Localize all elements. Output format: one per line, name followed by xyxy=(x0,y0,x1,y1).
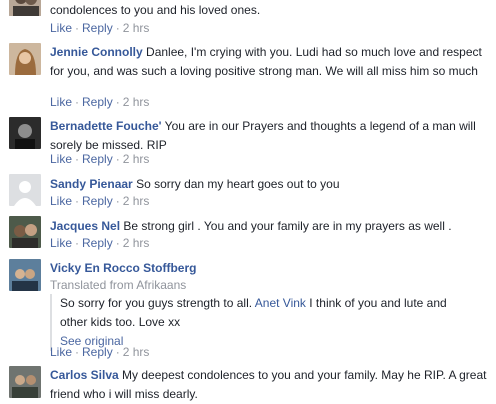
timestamp[interactable]: 2 hrs xyxy=(123,152,150,166)
timestamp[interactable]: 2 hrs xyxy=(123,21,150,35)
separator: · xyxy=(75,95,80,109)
translated-quote: So sorry for you guys strength to all. A… xyxy=(50,294,456,351)
comment-body: Sandy Pienaar So sorry dan my heart goes… xyxy=(50,175,488,194)
reply-link[interactable]: Reply xyxy=(82,152,113,166)
comment-body: Jacques Nel Be strong girl . You and you… xyxy=(50,217,488,236)
comment-text: condolences to you and his loved ones. xyxy=(50,3,261,17)
separator: · xyxy=(115,152,120,166)
separator: · xyxy=(75,345,80,359)
commenter-name[interactable]: Sandy Pienaar xyxy=(50,177,133,191)
timestamp[interactable]: 2 hrs xyxy=(123,345,150,359)
avatar[interactable] xyxy=(9,117,41,149)
separator: · xyxy=(75,21,80,35)
comment-text: So sorry for you guys strength to all. xyxy=(60,296,253,310)
separator: · xyxy=(115,194,120,208)
mention-link[interactable]: Anet Vink xyxy=(255,296,306,310)
reply-link[interactable]: Reply xyxy=(82,95,113,109)
commenter-name[interactable]: Jennie Connolly xyxy=(50,45,143,59)
avatar[interactable] xyxy=(9,259,41,291)
reply-link[interactable]: Reply xyxy=(82,236,113,250)
separator: · xyxy=(75,236,80,250)
avatar[interactable] xyxy=(9,43,41,75)
comment-actions: Like · Reply · 2 hrs xyxy=(50,235,149,251)
timestamp[interactable]: 2 hrs xyxy=(123,95,150,109)
timestamp[interactable]: 2 hrs xyxy=(123,194,150,208)
like-link[interactable]: Like xyxy=(50,194,72,208)
comment-actions: Like · Reply · 2 hrs xyxy=(50,94,149,110)
separator: · xyxy=(75,152,80,166)
comment-actions: Like · Reply · 2 hrs xyxy=(50,193,149,209)
commenter-name[interactable]: Carlos Silva xyxy=(50,368,119,382)
commenter-name[interactable]: Bernadette Fouche' xyxy=(50,119,162,133)
comment-text: So sorry dan my heart goes out to you xyxy=(136,177,340,191)
separator: · xyxy=(75,194,80,208)
like-link[interactable]: Like xyxy=(50,21,72,35)
like-link[interactable]: Like xyxy=(50,152,72,166)
comment-body: Jennie Connolly Danlee, I'm crying with … xyxy=(50,43,488,81)
separator: · xyxy=(115,345,120,359)
comment-body: Carlos Silva My deepest condolences to y… xyxy=(50,366,488,404)
comment-body: Bernadette Fouche' You are in our Prayer… xyxy=(50,117,488,155)
avatar[interactable] xyxy=(9,366,41,398)
separator: · xyxy=(115,95,120,109)
comment-body: condolences to you and his loved ones. xyxy=(50,1,488,20)
like-link[interactable]: Like xyxy=(50,236,72,250)
avatar[interactable] xyxy=(9,0,41,16)
reply-link[interactable]: Reply xyxy=(82,345,113,359)
reply-link[interactable]: Reply xyxy=(82,21,113,35)
avatar[interactable] xyxy=(9,174,41,206)
like-link[interactable]: Like xyxy=(50,95,72,109)
comment-actions: Like · Reply · 2 hrs xyxy=(50,20,149,36)
reply-link[interactable]: Reply xyxy=(82,194,113,208)
comment-actions: Like · Reply · 2 hrs xyxy=(50,151,149,167)
timestamp[interactable]: 2 hrs xyxy=(123,236,150,250)
comment-text: Be strong girl . You and your family are… xyxy=(123,219,452,233)
like-link[interactable]: Like xyxy=(50,345,72,359)
separator: · xyxy=(115,236,120,250)
commenter-name[interactable]: Vicky En Rocco Stoffberg xyxy=(50,261,196,275)
commenter-name[interactable]: Jacques Nel xyxy=(50,219,120,233)
avatar[interactable] xyxy=(9,216,41,248)
separator: · xyxy=(115,21,120,35)
comment-actions: Like · Reply · 2 hrs xyxy=(50,344,149,360)
translated-from-label: Translated from Afrikaans xyxy=(50,278,187,292)
